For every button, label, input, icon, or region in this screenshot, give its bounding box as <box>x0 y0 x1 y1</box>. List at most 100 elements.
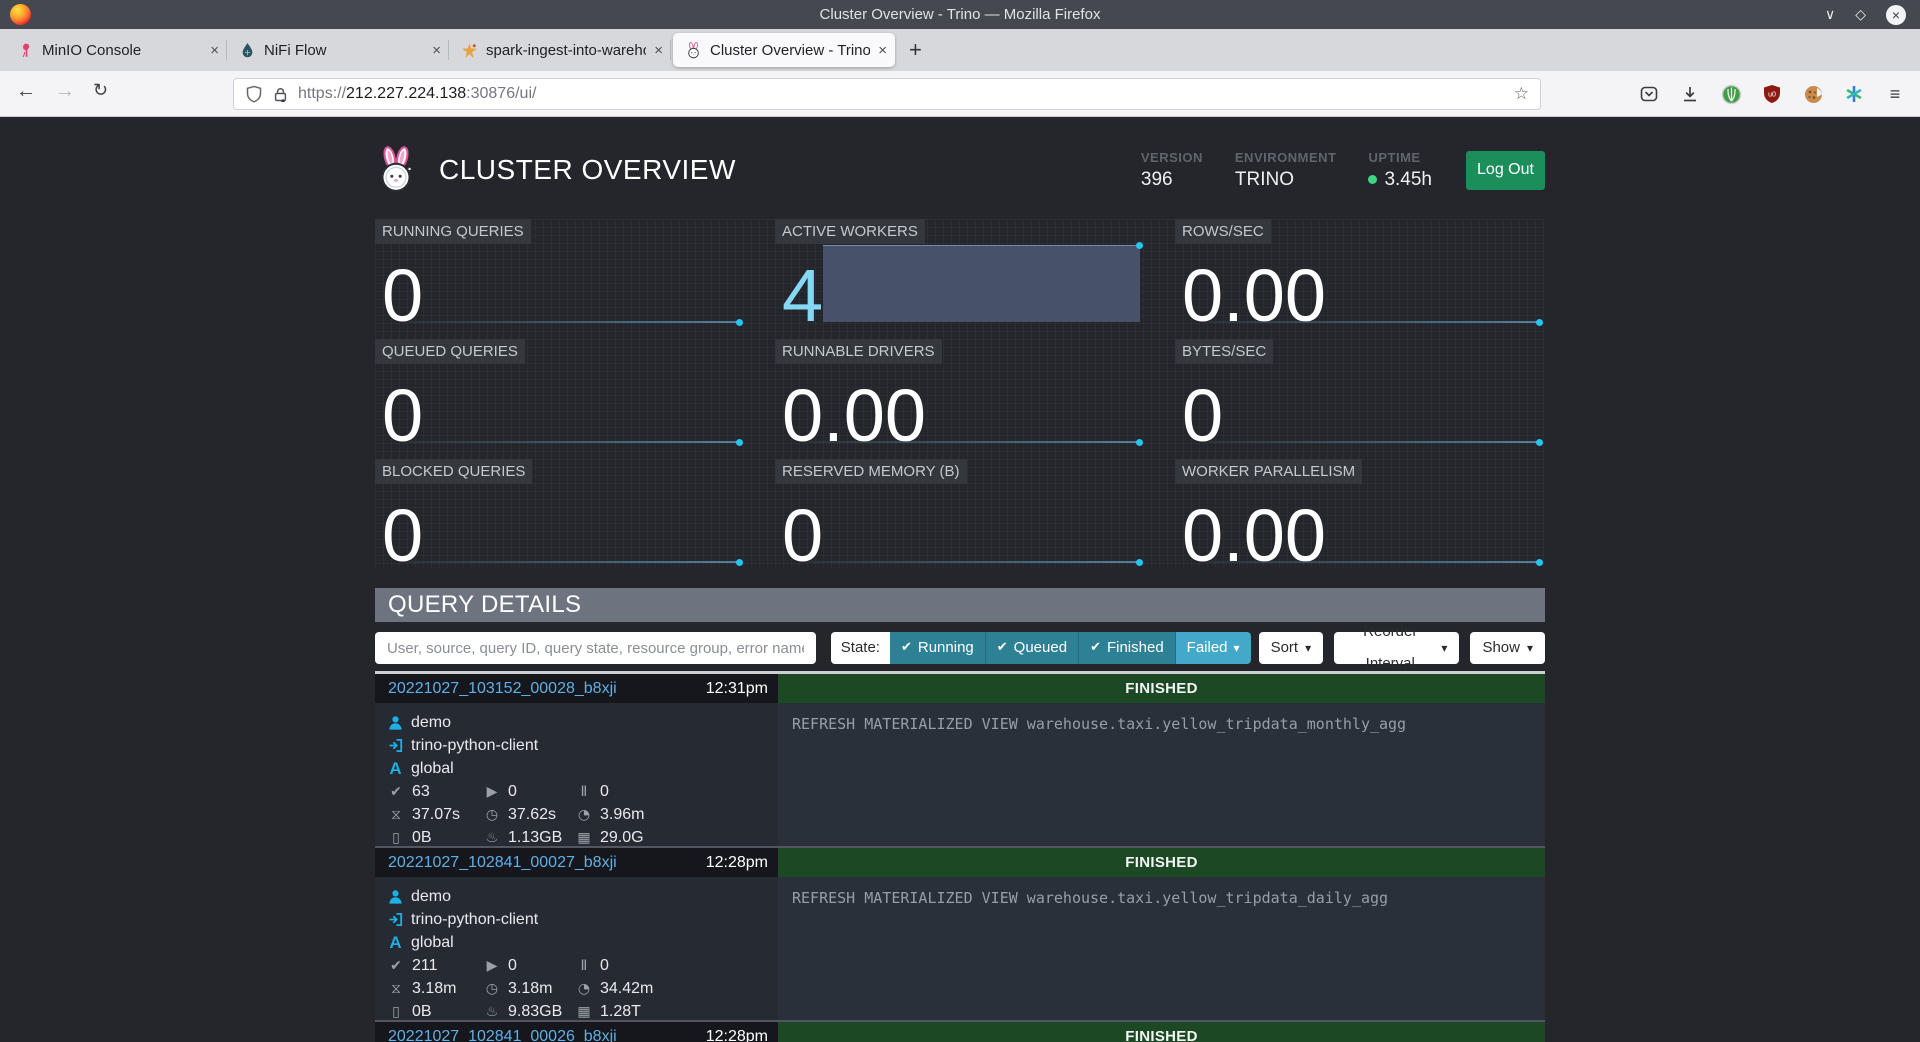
check-icon: ✔ <box>901 632 912 664</box>
forward-button[interactable]: → <box>55 80 75 103</box>
queued-splits: 0 <box>600 783 609 801</box>
query-source: trino-python-client <box>411 911 538 929</box>
completed-splits-icon: ✔ <box>388 958 404 974</box>
stat-label: RESERVED MEMORY (B) <box>775 459 967 484</box>
chevron-down-icon: ▾ <box>1305 632 1311 664</box>
environment-block: ENVIRONMENT TRINO <box>1235 150 1337 191</box>
back-button[interactable]: ← <box>16 80 36 103</box>
stat-sparkline <box>409 321 740 323</box>
tab-close-icon[interactable]: × <box>432 42 441 59</box>
stat-sparkline <box>809 561 1140 563</box>
tab-close-icon[interactable]: × <box>654 42 663 59</box>
maximize-button[interactable]: ◇ <box>1855 6 1866 23</box>
window-title: Cluster Overview - Trino — Mozilla Firef… <box>0 6 1920 23</box>
query-search-input[interactable] <box>375 632 816 664</box>
privacy-badger-extension-icon[interactable] <box>1720 83 1742 105</box>
peak-memory-icon: ♨ <box>484 830 500 846</box>
hamburger-menu-icon[interactable]: ≡ <box>1884 83 1906 105</box>
query-id-link[interactable]: 20221027_102841_00026_b8xji <box>388 1028 706 1042</box>
lock-icon[interactable] <box>272 86 289 103</box>
state-filter-running[interactable]: ✔Running <box>890 632 986 664</box>
resource-group-icon: A <box>388 933 403 953</box>
elapsed-time-icon: ◷ <box>484 807 500 823</box>
reorder-interval-dropdown[interactable]: Reorder Interval▾ <box>1334 632 1459 664</box>
query-id-link[interactable]: 20221027_102841_00027_b8xji <box>388 854 706 872</box>
sparkline-dot <box>1136 439 1143 446</box>
logout-button[interactable]: Log Out <box>1466 151 1545 190</box>
reload-button[interactable]: ↻ <box>93 80 108 101</box>
sort-dropdown[interactable]: Sort▾ <box>1259 632 1324 664</box>
chevron-down-icon: ▾ <box>1441 632 1447 664</box>
query-time: 12:31pm <box>706 680 768 698</box>
asterisk-extension-icon[interactable] <box>1843 83 1865 105</box>
url-protocol: https:// <box>298 85 346 102</box>
tab-minio-console[interactable]: MinIO Console × <box>5 29 227 71</box>
source-icon <box>388 738 403 753</box>
pocket-icon[interactable] <box>1638 83 1660 105</box>
cpu-time: 34.42m <box>600 980 653 998</box>
current-memory-icon: ▯ <box>388 830 404 846</box>
query-row: 20221027_102841_00026_b8xji 12:28pm FINI… <box>375 1022 1545 1042</box>
cpu-time: 3.96m <box>600 806 644 824</box>
tab-cluster-overview-trino[interactable]: Cluster Overview - Trino × <box>673 33 895 67</box>
shield-icon[interactable] <box>245 85 263 103</box>
query-status-badge: FINISHED <box>778 674 1545 703</box>
queued-splits-icon: Ⅱ <box>576 784 592 800</box>
state-filter-finished[interactable]: ✔Finished <box>1079 632 1176 664</box>
stat-label: RUNNABLE DRIVERS <box>775 339 942 364</box>
version-block: VERSION 396 <box>1141 150 1203 191</box>
query-row: 20221027_103152_00028_b8xji 12:31pm FINI… <box>375 674 1545 846</box>
version-value: 396 <box>1141 169 1203 191</box>
show-dropdown[interactable]: Show▾ <box>1470 632 1545 664</box>
running-splits: 0 <box>508 957 517 975</box>
cumulative-memory: 1.28T <box>600 1003 641 1021</box>
state-filter-queued[interactable]: ✔Queued <box>986 632 1079 664</box>
wall-time-icon: ⧖ <box>388 981 404 997</box>
nifi-drop-icon <box>239 42 256 59</box>
minimize-button[interactable]: ∨ <box>1825 6 1835 23</box>
tab-close-icon[interactable]: × <box>878 42 887 59</box>
stat-tile-reserved-memory: RESERVED MEMORY (B) 0 <box>775 459 1145 567</box>
resource-group-icon: A <box>388 759 403 779</box>
query-row: 20221027_102841_00027_b8xji 12:28pm FINI… <box>375 848 1545 1020</box>
peak-memory-icon: ♨ <box>484 1004 500 1020</box>
sparkline-dot <box>736 319 743 326</box>
chevron-down-icon: ▾ <box>1527 632 1533 664</box>
environment-value: TRINO <box>1235 169 1337 191</box>
sparkline-dot <box>1536 439 1543 446</box>
wall-time-icon: ⧖ <box>388 807 404 823</box>
trino-cluster-overview-page: CLUSTER OVERVIEW VERSION 396 ENVIRONMENT… <box>0 117 1920 1042</box>
current-memory-icon: ▯ <box>388 1004 404 1020</box>
ublock-origin-extension-icon[interactable]: u0 <box>1761 83 1783 105</box>
source-icon <box>388 912 403 927</box>
close-button[interactable]: × <box>1886 5 1906 25</box>
new-tab-button[interactable]: + <box>909 37 922 63</box>
check-icon: ✔ <box>1090 632 1101 664</box>
cookie-extension-icon[interactable] <box>1802 83 1824 105</box>
uptime-value: 3.45h <box>1384 169 1432 191</box>
minio-flamingo-icon <box>17 42 34 59</box>
cumulative-memory-icon: ▦ <box>576 830 592 846</box>
tab-nifi-flow[interactable]: NiFi Flow × <box>227 29 449 71</box>
stat-tile-active-workers: ACTIVE WORKERS 4 <box>775 219 1145 327</box>
check-icon: ✔ <box>997 632 1008 664</box>
stat-label: BLOCKED QUERIES <box>375 459 532 484</box>
tab-title: Cluster Overview - Trino <box>710 42 870 59</box>
version-label: VERSION <box>1141 150 1203 165</box>
url-path: :30876/ui/ <box>466 85 536 102</box>
window-titlebar: Cluster Overview - Trino — Mozilla Firef… <box>0 0 1920 29</box>
stat-sparkline-area <box>823 245 1140 322</box>
query-id-link[interactable]: 20221027_103152_00028_b8xji <box>388 680 706 698</box>
state-filter-failed-dropdown[interactable]: Failed▾ <box>1176 632 1251 664</box>
bookmark-star-icon[interactable]: ☆ <box>1514 84 1529 104</box>
sparkline-dot <box>736 439 743 446</box>
sparkline-dot <box>1536 319 1543 326</box>
stat-tile-running-queries: RUNNING QUERIES 0 <box>375 219 745 327</box>
url-text: https://212.227.224.138:30876/ui/ <box>298 85 536 103</box>
cumulative-memory: 29.0G <box>600 829 644 847</box>
tab-spark-notebook[interactable]: spark-ingest-into-warehou × <box>449 29 671 71</box>
downloads-icon[interactable] <box>1679 83 1701 105</box>
tab-close-icon[interactable]: × <box>210 42 219 59</box>
url-bar[interactable]: https://212.227.224.138:30876/ui/ ☆ <box>233 78 1541 110</box>
stat-sparkline <box>1209 321 1540 323</box>
